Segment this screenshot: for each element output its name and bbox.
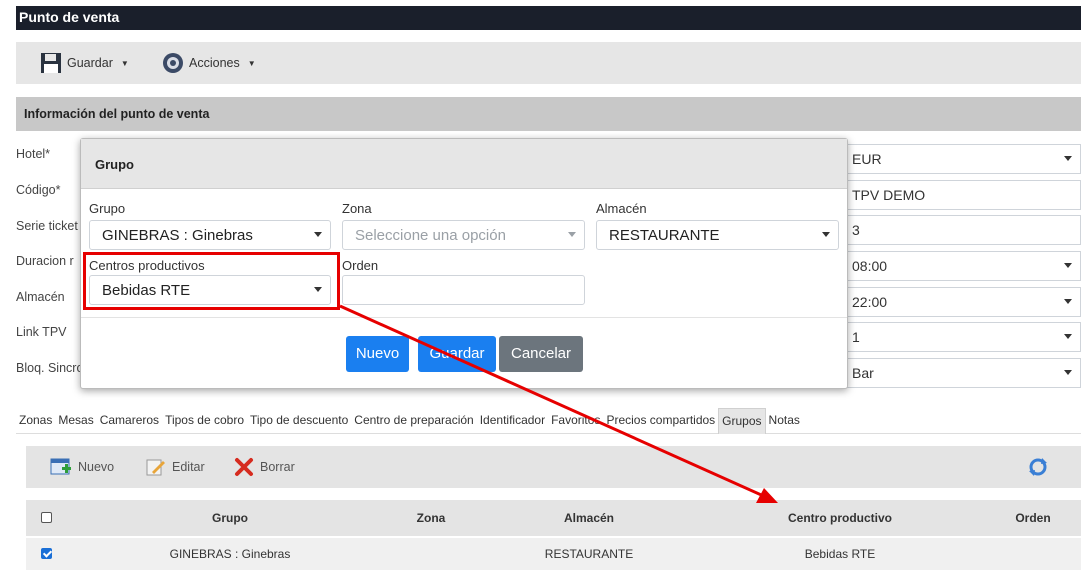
annotation-arrow <box>339 304 778 503</box>
